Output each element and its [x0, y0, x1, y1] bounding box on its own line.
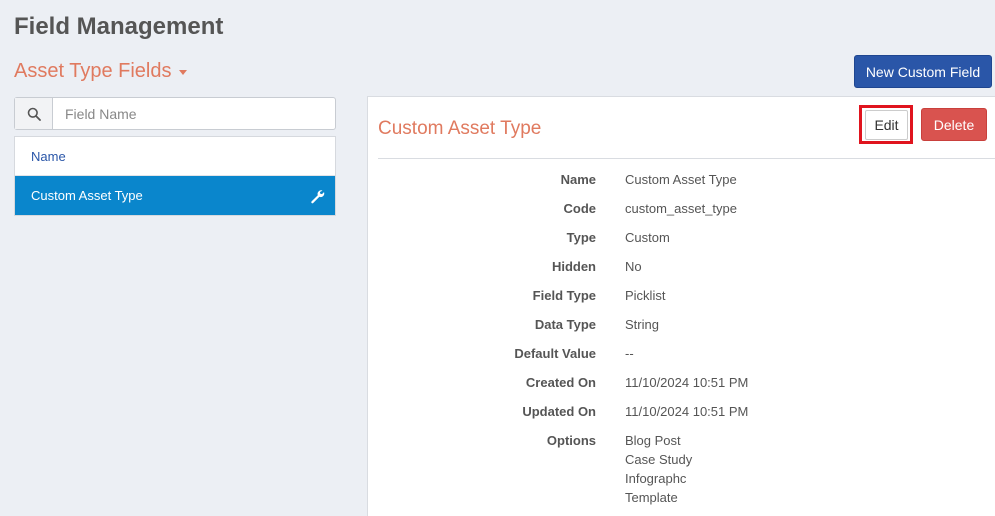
- page-title: Field Management: [14, 13, 224, 40]
- detail-value: 11/10/2024 10:51 PM: [625, 404, 749, 419]
- field-detail-panel: Custom Asset Type Edit Delete Name Custo…: [367, 96, 995, 516]
- search-icon[interactable]: [15, 98, 53, 129]
- detail-label: Options: [546, 433, 596, 448]
- list-item-label: Custom Asset Type: [31, 188, 143, 203]
- list-header-name[interactable]: Name: [15, 137, 335, 176]
- field-list: Name Custom Asset Type: [14, 136, 336, 216]
- option-item: Template: [625, 490, 678, 505]
- detail-label: Hidden: [551, 259, 596, 274]
- detail-title: Custom Asset Type: [378, 118, 542, 139]
- wrench-icon[interactable]: [309, 188, 325, 204]
- field-type-dropdown[interactable]: Asset Type Fields: [14, 60, 188, 83]
- detail-label: Field Type: [532, 288, 596, 303]
- detail-fields: Name Custom Asset Type Code custom_asset…: [368, 172, 995, 509]
- detail-row-options: Options Blog Post Case Study Infographc …: [368, 433, 995, 509]
- caret-down-icon: [179, 70, 188, 75]
- detail-label: Type: [566, 230, 596, 245]
- detail-value: Custom: [625, 230, 670, 245]
- new-custom-field-button[interactable]: New Custom Field: [854, 55, 992, 88]
- divider: [378, 158, 995, 159]
- detail-value: custom_asset_type: [625, 201, 738, 216]
- detail-value: String: [625, 317, 659, 332]
- option-item: Blog Post: [625, 433, 681, 448]
- detail-value: Picklist: [625, 288, 666, 303]
- detail-row-default-value: Default Value --: [368, 346, 995, 375]
- detail-value: 11/10/2024 10:51 PM: [625, 375, 749, 390]
- delete-button[interactable]: Delete: [921, 108, 987, 141]
- option-item: Infographc: [625, 471, 687, 486]
- detail-label: Name: [560, 172, 596, 187]
- detail-label: Default Value: [514, 346, 596, 361]
- detail-row-name: Name Custom Asset Type: [368, 172, 995, 201]
- options-list: Blog Post Case Study Infographc Template: [625, 433, 692, 509]
- list-item[interactable]: Custom Asset Type: [15, 176, 335, 215]
- detail-value: Custom Asset Type: [625, 172, 737, 187]
- detail-row-data-type: Data Type String: [368, 317, 995, 346]
- detail-row-field-type: Field Type Picklist: [368, 288, 995, 317]
- detail-label: Updated On: [522, 404, 596, 419]
- detail-row-type: Type Custom: [368, 230, 995, 259]
- detail-label: Code: [563, 201, 597, 216]
- detail-value: No: [625, 259, 642, 274]
- detail-label: Created On: [525, 375, 596, 390]
- edit-button[interactable]: Edit: [865, 110, 908, 140]
- detail-value: --: [625, 346, 634, 361]
- field-name-search-input[interactable]: [53, 98, 335, 129]
- field-type-dropdown-label: Asset Type Fields: [14, 60, 172, 82]
- detail-row-hidden: Hidden No: [368, 259, 995, 288]
- detail-label: Data Type: [534, 317, 596, 332]
- detail-row-created-on: Created On 11/10/2024 10:51 PM: [368, 375, 995, 404]
- detail-row-code: Code custom_asset_type: [368, 201, 995, 230]
- search-box: [14, 97, 336, 130]
- option-item: Case Study: [625, 452, 693, 467]
- detail-row-updated-on: Updated On 11/10/2024 10:51 PM: [368, 404, 995, 433]
